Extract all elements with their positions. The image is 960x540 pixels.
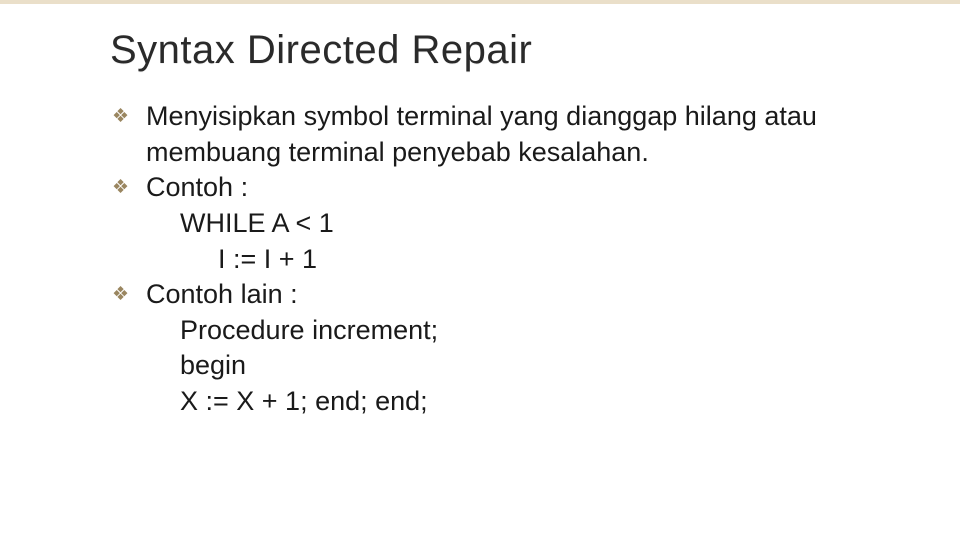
bullet-item: ❖Menyisipkan symbol terminal yang diangg… — [110, 99, 870, 170]
bullet-text: Contoh lain : — [146, 277, 870, 313]
bullet-item: ❖Contoh : — [110, 170, 870, 206]
diamond-bullet-icon: ❖ — [110, 170, 146, 205]
diamond-bullet-icon: ❖ — [110, 99, 146, 134]
bullet-text: Menyisipkan symbol terminal yang diangga… — [146, 99, 870, 170]
bullet-item: ❖Contoh lain : — [110, 277, 870, 313]
slide-body: ❖Menyisipkan symbol terminal yang diangg… — [110, 99, 870, 420]
bullet-subline: X := X + 1; end; end; — [110, 384, 870, 420]
bullet-subline: begin — [110, 348, 870, 384]
diamond-bullet-icon: ❖ — [110, 277, 146, 312]
slide-title: Syntax Directed Repair — [110, 28, 870, 73]
bullet-subline: I := I + 1 — [110, 242, 870, 278]
bullet-subline: Procedure increment; — [110, 313, 870, 349]
bullet-text: Contoh : — [146, 170, 870, 206]
slide: Syntax Directed Repair ❖Menyisipkan symb… — [0, 0, 960, 540]
bullet-subline: WHILE A < 1 — [110, 206, 870, 242]
